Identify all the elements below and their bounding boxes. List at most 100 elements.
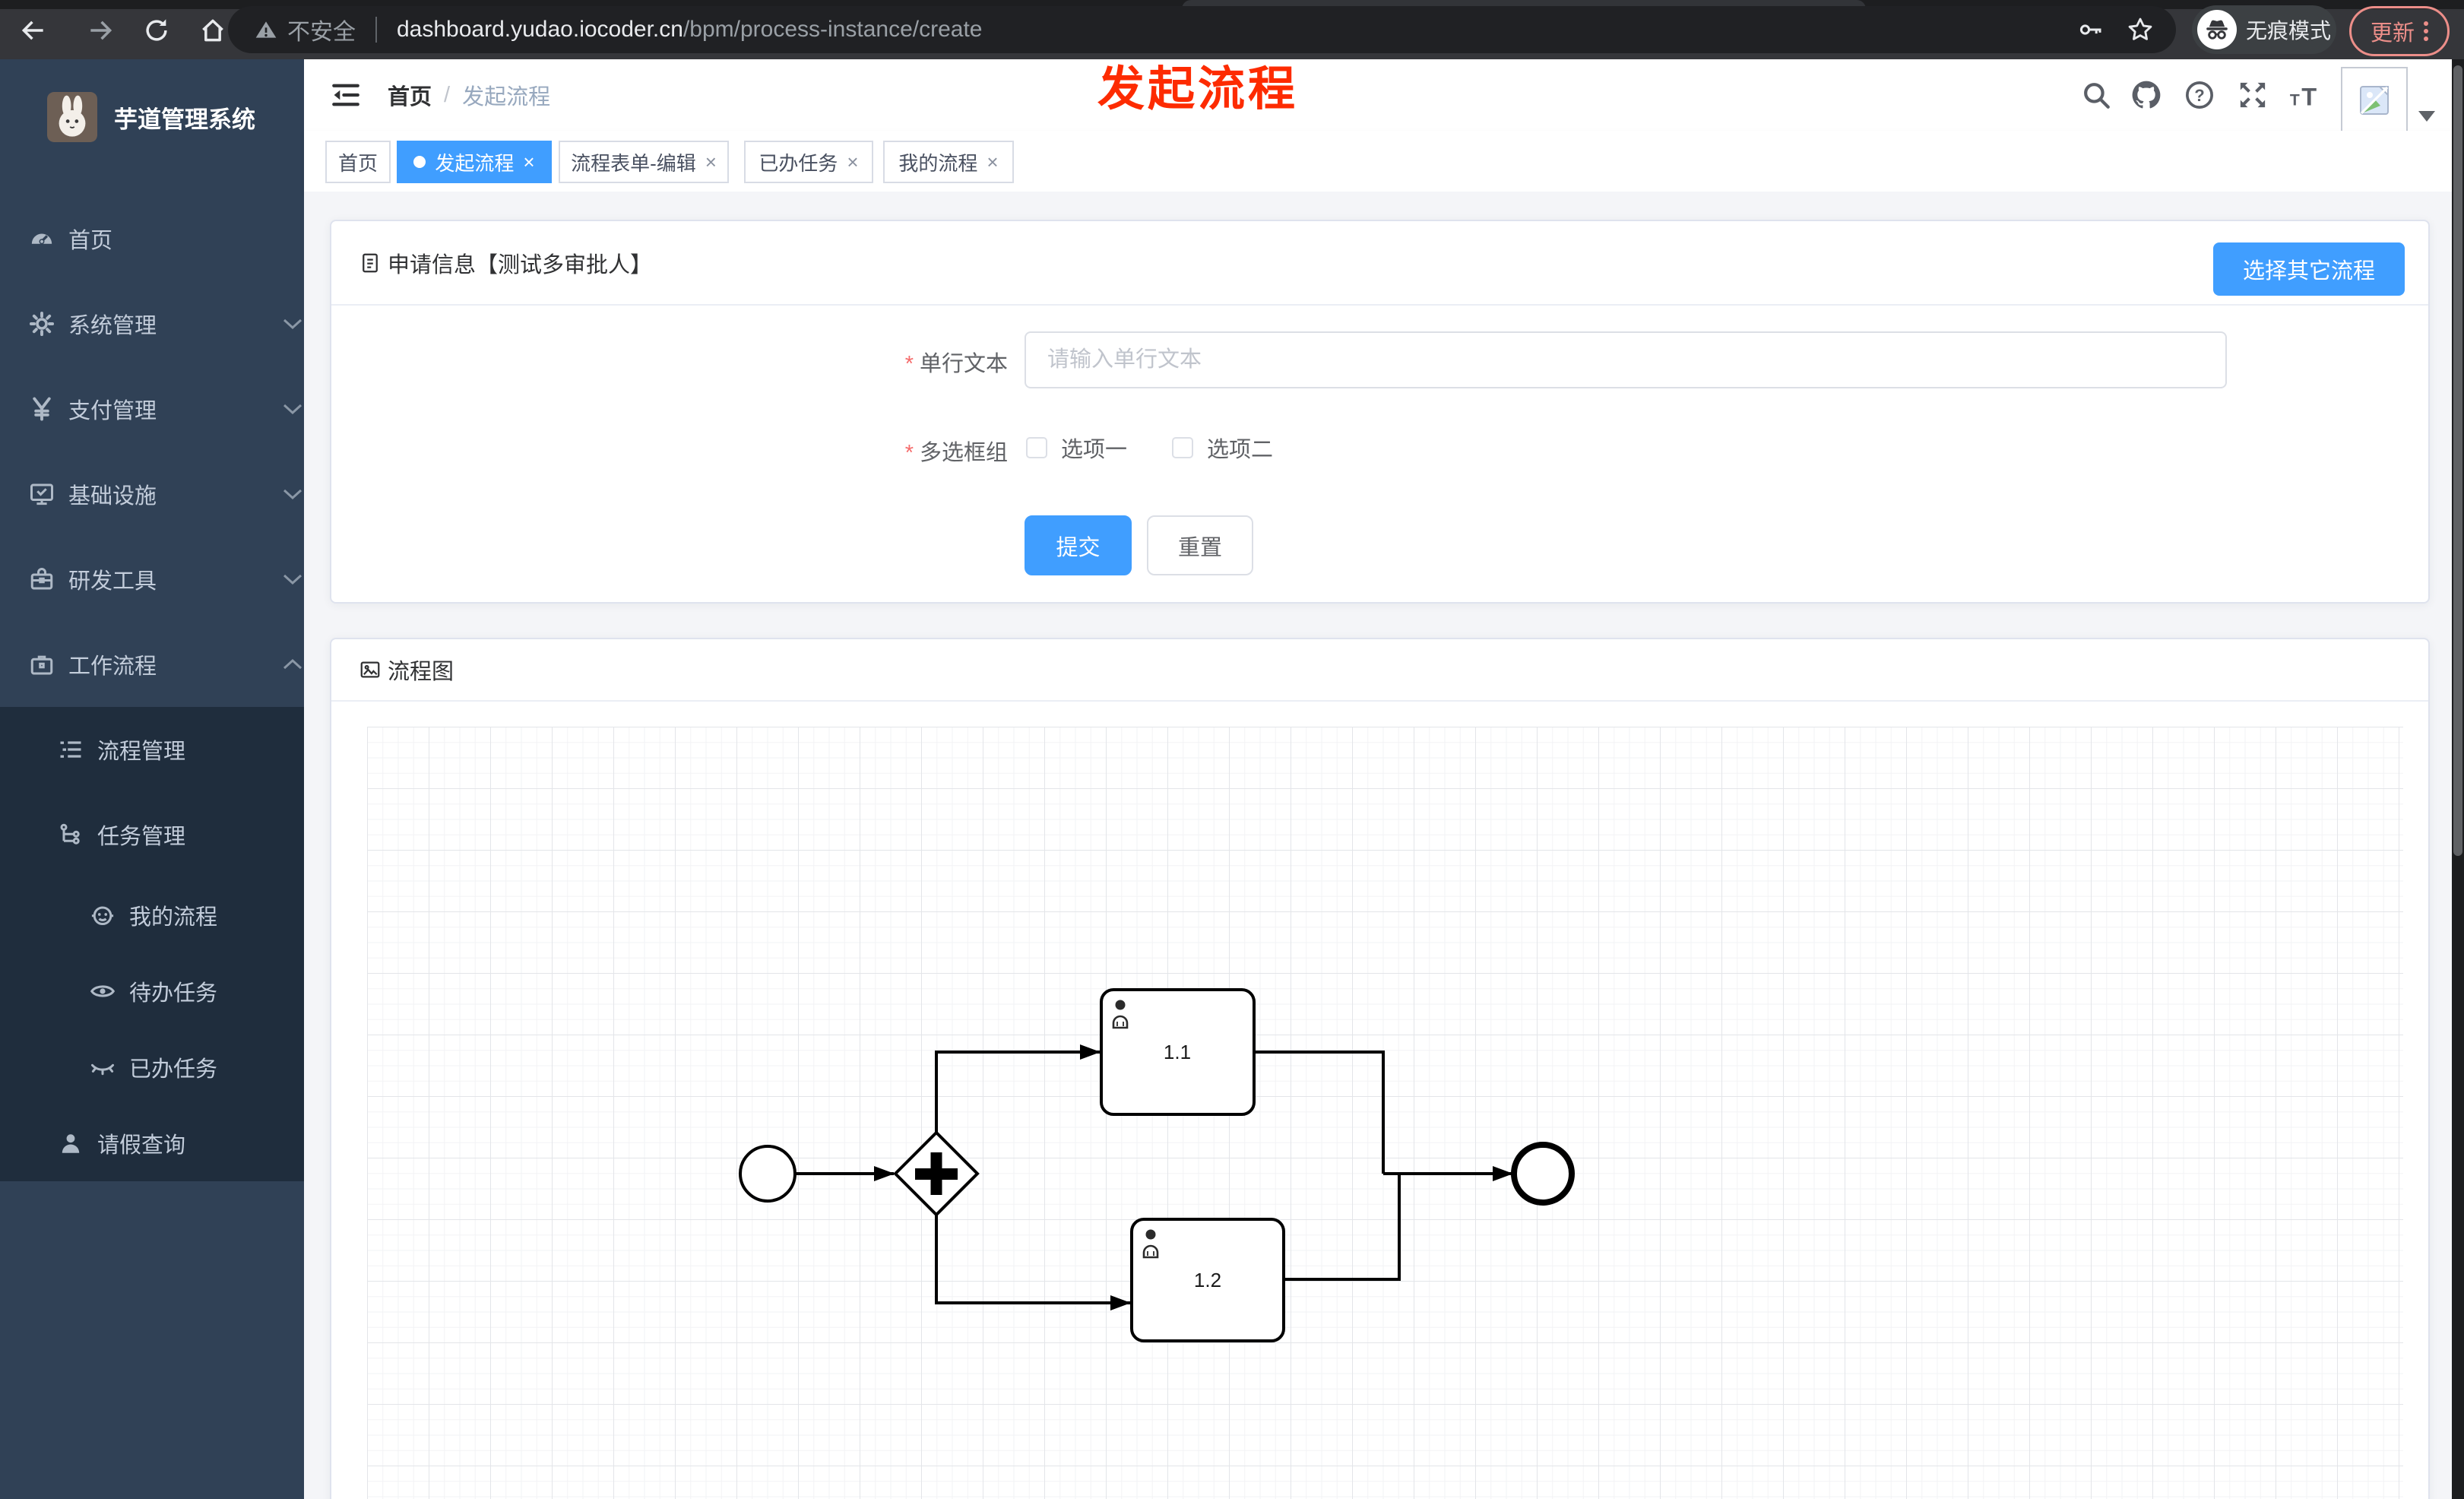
gauge-icon bbox=[27, 225, 56, 252]
sidebar-item-label: 研发工具 bbox=[68, 569, 157, 594]
app-logo-avatar bbox=[47, 92, 97, 142]
required-mark: * bbox=[904, 352, 914, 376]
chevron-down-icon bbox=[283, 318, 302, 330]
chevron-down-icon bbox=[283, 573, 302, 585]
submit-button[interactable]: 提交 bbox=[1025, 515, 1132, 575]
svg-text:T: T bbox=[2301, 83, 2317, 110]
breadcrumb: 首页 / 发起流程 bbox=[388, 59, 550, 131]
password-key-icon[interactable] bbox=[2077, 16, 2105, 43]
user-task-1-1[interactable]: 1.1 bbox=[1100, 988, 1256, 1116]
close-icon[interactable]: × bbox=[847, 152, 858, 172]
url-text[interactable]: dashboard.yudao.iocoder.cn/bpm/process-i… bbox=[397, 17, 982, 43]
incognito-icon bbox=[2197, 10, 2237, 49]
single-line-text-input[interactable] bbox=[1025, 331, 2227, 388]
checkbox-option-2: 选项二 bbox=[1172, 431, 1273, 464]
close-icon[interactable]: × bbox=[705, 152, 717, 172]
parallel-gateway[interactable] bbox=[893, 1130, 980, 1217]
breadcrumb-home[interactable]: 首页 bbox=[388, 79, 432, 111]
choose-other-process-button[interactable]: 选择其它流程 bbox=[2213, 242, 2405, 296]
process-diagram-card: 流程图 1.1 1.2 bbox=[330, 638, 2430, 1499]
task-label: 1.1 bbox=[1164, 1041, 1191, 1063]
checkbox-option-1: 选项一 bbox=[1026, 431, 1127, 464]
font-size-icon[interactable]: TT bbox=[2288, 77, 2324, 113]
person-icon bbox=[56, 1130, 85, 1157]
url-domain: dashboard.yudao.iocoder.cn bbox=[397, 17, 683, 42]
sidebar-item-label: 任务管理 bbox=[97, 825, 186, 849]
sidebar-item-label: 系统管理 bbox=[68, 314, 157, 338]
diagram-card-header: 流程图 bbox=[331, 639, 2428, 702]
avatar-caret-down-icon[interactable] bbox=[2418, 111, 2435, 122]
page-annotation: 发起流程 bbox=[1097, 63, 1299, 116]
tab-my-process[interactable]: 我的流程 × bbox=[883, 141, 1014, 183]
tab-label: 已办任务 bbox=[759, 151, 838, 175]
tab-create-process[interactable]: 发起流程 × bbox=[397, 141, 552, 183]
update-button[interactable]: 更新 bbox=[2349, 6, 2450, 56]
sidebar: 芋道管理系统 首页 系统管理 支付管理 基础设施 研发工具 工作流程 流程管理 … bbox=[0, 59, 392, 1499]
text-field-label: * 单行文本 bbox=[904, 352, 1008, 376]
app-logo-row[interactable]: 芋道管理系统 bbox=[0, 74, 304, 160]
incognito-badge: 无痕模式 bbox=[2192, 5, 2336, 54]
search-icon[interactable] bbox=[2078, 77, 2114, 113]
forward-icon[interactable] bbox=[84, 14, 117, 47]
form-card-header: 申请信息【测试多审批人】 选择其它流程 bbox=[331, 221, 2428, 306]
address-bar[interactable]: 不安全 dashboard.yudao.iocoder.cn/bpm/proce… bbox=[228, 6, 2176, 53]
required-mark: * bbox=[904, 441, 914, 465]
checkbox-label[interactable]: 选项一 bbox=[1061, 432, 1127, 464]
toolbox-icon bbox=[27, 566, 56, 593]
browser-menu-icon[interactable] bbox=[2424, 18, 2428, 44]
user-task-1-2[interactable]: 1.2 bbox=[1130, 1218, 1285, 1342]
org-tree-icon bbox=[56, 821, 85, 848]
svg-text:T: T bbox=[2290, 91, 2300, 109]
browser-scrollbar[interactable] bbox=[2452, 59, 2464, 1499]
reload-icon[interactable] bbox=[140, 14, 173, 47]
update-label: 更新 bbox=[2370, 21, 2415, 46]
not-secure-label[interactable]: 不安全 bbox=[287, 13, 356, 46]
sidebar-item-label: 首页 bbox=[68, 229, 113, 253]
sidebar-item-label: 待办任务 bbox=[129, 981, 218, 1006]
reset-button[interactable]: 重置 bbox=[1147, 515, 1253, 575]
checkbox-label[interactable]: 选项二 bbox=[1207, 432, 1273, 464]
collapse-sidebar-icon[interactable] bbox=[328, 78, 363, 113]
sidebar-item-workflow[interactable]: 工作流程 bbox=[0, 622, 331, 707]
close-icon[interactable]: × bbox=[987, 152, 998, 172]
sidebar-item-label: 工作流程 bbox=[68, 654, 157, 679]
sidebar-item-infrastructure[interactable]: 基础设施 bbox=[0, 452, 331, 537]
bpmn-diagram: 1.1 1.2 bbox=[739, 988, 1575, 1342]
not-secure-icon bbox=[254, 17, 278, 42]
end-event[interactable] bbox=[1511, 1142, 1575, 1206]
tab-form-edit[interactable]: 流程表单-编辑 × bbox=[559, 141, 729, 183]
screen: 不安全 dashboard.yudao.iocoder.cn/bpm/proce… bbox=[0, 0, 2464, 1499]
github-icon[interactable] bbox=[2128, 77, 2165, 113]
avatar[interactable] bbox=[2341, 67, 2408, 134]
scrollbar-thumb[interactable] bbox=[2453, 65, 2462, 856]
sidebar-item-system[interactable]: 系统管理 bbox=[0, 281, 331, 366]
home-icon[interactable] bbox=[196, 14, 230, 47]
bpmn-canvas[interactable]: 1.1 1.2 bbox=[367, 727, 2403, 1499]
checkbox[interactable] bbox=[1026, 437, 1047, 458]
help-icon[interactable]: ? bbox=[2181, 77, 2218, 113]
sidebar-item-devtools[interactable]: 研发工具 bbox=[0, 537, 331, 622]
tab-home[interactable]: 首页 bbox=[325, 141, 391, 183]
start-event[interactable] bbox=[739, 1145, 797, 1203]
chevron-up-icon bbox=[283, 658, 302, 670]
fullscreen-icon[interactable] bbox=[2234, 77, 2271, 113]
close-icon[interactable]: × bbox=[523, 152, 534, 172]
robot-face-icon bbox=[88, 902, 117, 929]
image-icon bbox=[359, 658, 382, 681]
sidebar-item-label: 已办任务 bbox=[129, 1057, 218, 1082]
bookmark-star-icon[interactable] bbox=[2126, 15, 2155, 44]
url-path: /bpm/process-instance/create bbox=[683, 17, 983, 42]
monitor-icon bbox=[27, 480, 56, 508]
sidebar-item-payment[interactable]: 支付管理 bbox=[0, 366, 331, 452]
checkbox-group-label: * 多选框组 bbox=[904, 441, 1008, 465]
form-card-title: 申请信息【测试多审批人】 bbox=[388, 252, 653, 277]
tab-done-tasks[interactable]: 已办任务 × bbox=[744, 141, 873, 183]
list-tree-icon bbox=[56, 736, 85, 763]
sidebar-item-home[interactable]: 首页 bbox=[0, 196, 331, 281]
breadcrumb-current: 发起流程 bbox=[462, 85, 551, 109]
sidebar-item-label: 流程管理 bbox=[97, 740, 186, 764]
back-icon[interactable] bbox=[17, 14, 50, 47]
tab-label: 发起流程 bbox=[435, 151, 515, 175]
yen-icon bbox=[27, 395, 56, 423]
checkbox[interactable] bbox=[1172, 437, 1193, 458]
